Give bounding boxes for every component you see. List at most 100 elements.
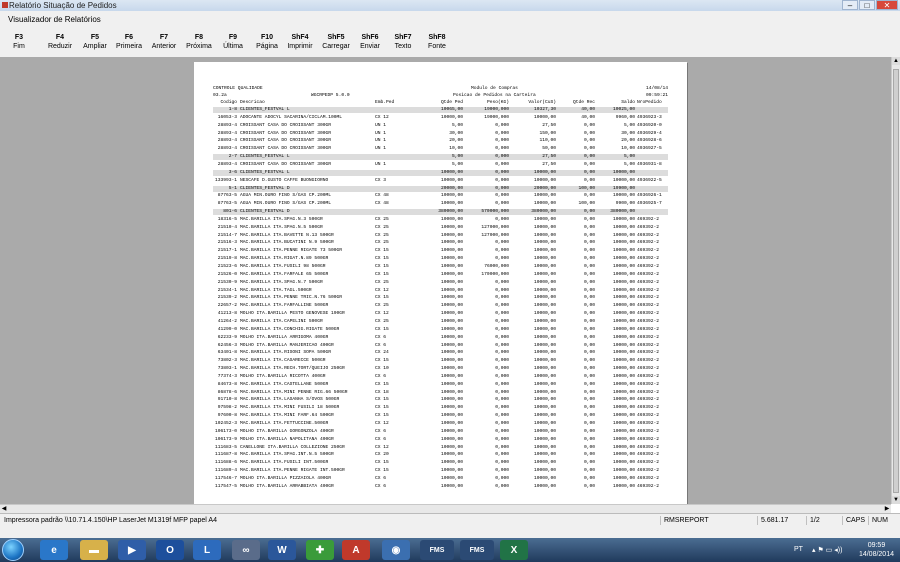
media-icon[interactable]: ▶ — [118, 540, 146, 560]
cell-qtde: 30,00 — [449, 130, 463, 136]
cell-saldo: 10000,00 — [612, 350, 635, 356]
minimize-button[interactable]: – — [842, 0, 858, 10]
cell-emb: CX 12 — [375, 421, 389, 426]
cell-qtde: 10000,00 — [440, 475, 463, 481]
button-label: Página — [256, 43, 278, 50]
cell-rec: 0,00 — [583, 318, 595, 324]
cell-codigo: 62233-9 — [217, 334, 237, 340]
toolbar-button-ultima[interactable]: F9 Última — [218, 33, 248, 51]
cell-peso: 0,000 — [495, 193, 509, 199]
table-row: 21517-1 MAC.BARILLA ITA.PENNE RIGATE 73 5… — [213, 248, 668, 254]
cell-qtde: 10000,00 — [440, 216, 463, 222]
cell-codigo: 21510-4 — [217, 224, 237, 230]
toolbar-button-texto[interactable]: ShF7 Texto — [389, 33, 417, 51]
toolbar-button-imprimir[interactable]: ShF4 Imprimir — [283, 33, 317, 51]
toolbar-button-primeira[interactable]: F6 Primeira — [112, 33, 146, 51]
close-button[interactable]: ✕ — [876, 0, 898, 10]
toolbar-button-fonte[interactable]: ShF8 Fonte — [423, 33, 451, 51]
cell-codigo: 21523-6 — [217, 264, 237, 269]
report-code: WGCRPEDP 5.0.0 — [311, 93, 350, 98]
toolbar-button-pagina[interactable]: F10 Página — [253, 33, 281, 51]
cell-rec: 0,00 — [583, 287, 595, 293]
report-header-line-2: 03.2a WGCRPEDP 5.0.0 Posicao de Pedidos … — [213, 93, 668, 100]
cell-rec: 0,00 — [583, 381, 595, 387]
cell-qtde: 10000,00 — [440, 114, 463, 120]
toolbar-button-ampliar[interactable]: F5 Ampliar — [80, 33, 110, 51]
cell-codigo: 111683-5 — [214, 444, 237, 450]
toolbar-button-enviar[interactable]: ShF6 Enviar — [356, 33, 384, 51]
cell-codigo: 73803-1 — [217, 366, 237, 372]
toolbar-button-proxima[interactable]: F8 Próxima — [183, 33, 215, 51]
fms-icon[interactable]: FMS — [460, 540, 494, 560]
maximize-button[interactable]: □ — [859, 0, 875, 10]
infinity-icon[interactable]: ∞ — [232, 540, 260, 560]
folder-icon[interactable]: ▬ — [80, 540, 108, 560]
cell-nro-pedido: 469392-2 — [637, 350, 660, 356]
table-row: 111689-4 MAC.BARILLA ITA.PENNE RIGATE INT… — [213, 468, 668, 474]
cell-nro-pedido: 469392-2 — [637, 326, 660, 332]
cell-qtde: 10000,00 — [440, 169, 463, 175]
clock[interactable]: 09:59 14/08/2014 — [859, 541, 894, 559]
word-icon[interactable]: W — [268, 540, 296, 560]
menu-visualizador[interactable]: Visualizador de Relatórios — [8, 15, 101, 24]
scroll-right-icon[interactable]: ▶ — [883, 505, 891, 513]
cell-rec: 0,00 — [583, 248, 595, 254]
cell-saldo: 10000,00 — [612, 389, 635, 395]
cell-qtde: 10000,00 — [440, 436, 463, 442]
cell-nro-pedido: 469392-2 — [637, 216, 660, 222]
cell-nro-pedido: 469392-2 — [637, 287, 660, 293]
cell-nro-pedido: 469392-2 — [637, 483, 660, 489]
cell-descricao: CLIENTES_FESTVAL D — [240, 185, 290, 191]
table-row: 28893-4 CROISSANT CASA DO CROISSANT 300GR… — [213, 162, 668, 168]
col-codigo: Codigo — [220, 100, 237, 105]
ie-icon[interactable]: e — [40, 540, 68, 560]
cell-codigo: 2-7 — [228, 154, 237, 160]
toolbar-button-carregar[interactable]: ShF5 Carregar — [318, 33, 354, 51]
toolbar-button-reduzir[interactable]: F4 Reduzir — [44, 33, 76, 51]
scroll-left-icon[interactable]: ◀ — [0, 505, 8, 513]
language-indicator[interactable]: PT — [794, 546, 803, 553]
button-label: Texto — [394, 43, 412, 50]
cell-descricao: MAC.BARILLA ITA.FUSILI INT.500GR — [240, 460, 329, 466]
cell-rec: 0,00 — [583, 452, 595, 458]
cell-peso: 0,000 — [495, 279, 509, 285]
cell-emb: CX 15 — [375, 405, 389, 411]
excel-icon[interactable]: X — [500, 540, 528, 560]
scroll-thumb[interactable] — [893, 69, 899, 493]
cell-emb: CX 6 — [375, 428, 387, 434]
cell-qtde: 10000,00 — [440, 444, 463, 450]
cell-valor: 10000,00 — [533, 366, 556, 372]
cell-emb: CX 12 — [375, 287, 389, 293]
vertical-scrollbar[interactable]: ▲ ▼ — [891, 57, 900, 504]
acrobat-icon[interactable]: A — [342, 540, 370, 560]
clock-date: 14/08/2014 — [858, 551, 894, 558]
cell-rec: 0,00 — [583, 468, 595, 474]
cell-codigo: 28893-4 — [217, 161, 237, 167]
horizontal-scrollbar[interactable]: ◀ ▶ — [0, 504, 891, 513]
cell-peso: 0,000 — [495, 483, 509, 489]
scroll-down-icon[interactable]: ▼ — [892, 496, 900, 504]
cell-qtde: 10000,00 — [440, 271, 463, 277]
start-button-icon[interactable] — [2, 539, 24, 561]
fms-icon[interactable]: FMS — [420, 540, 454, 560]
toolbar-button-fim[interactable]: F3 Fim — [6, 33, 32, 51]
scroll-up-icon[interactable]: ▲ — [892, 57, 900, 65]
table-row: 18316-5 MAC.BARILLA ITA.SPAG.N.3 500GR CX … — [213, 217, 668, 223]
outlook-icon[interactable]: O — [156, 540, 184, 560]
cell-nro-pedido: 4936929-4 — [637, 130, 662, 136]
table-row: 117546-7 MOLHO ITA.BARILLA PIZZAIOLA 400G… — [213, 476, 668, 482]
sql-icon[interactable]: ◉ — [382, 540, 410, 560]
table-row: 16053-3 ADOCANTE ADOCYL SACARINA/CICLAM.1… — [213, 115, 668, 121]
cell-codigo: 106173-0 — [214, 428, 237, 434]
table-row: 62233-9 MOLHO ITA.BARILLA ARRIGOMA 400GR C… — [213, 335, 668, 341]
lync-icon[interactable]: L — [193, 540, 221, 560]
cell-descricao: CLIENTES_FESTVAL L — [240, 154, 290, 160]
cell-valor: 20000,00 — [533, 185, 556, 191]
cell-rec: 0,00 — [583, 350, 595, 356]
cell-emb: CX 15 — [375, 413, 389, 419]
toolbar-button-anterior[interactable]: F7 Anterior — [148, 33, 180, 51]
cell-rec: 0,00 — [583, 413, 595, 419]
tray-icons[interactable]: ▴ ⚑ ▭ ◂)) — [812, 546, 842, 554]
cell-descricao: CROISSANT CASA DO CROISSANT 300GR — [240, 122, 331, 128]
app-icon[interactable]: ✚ — [306, 540, 334, 560]
